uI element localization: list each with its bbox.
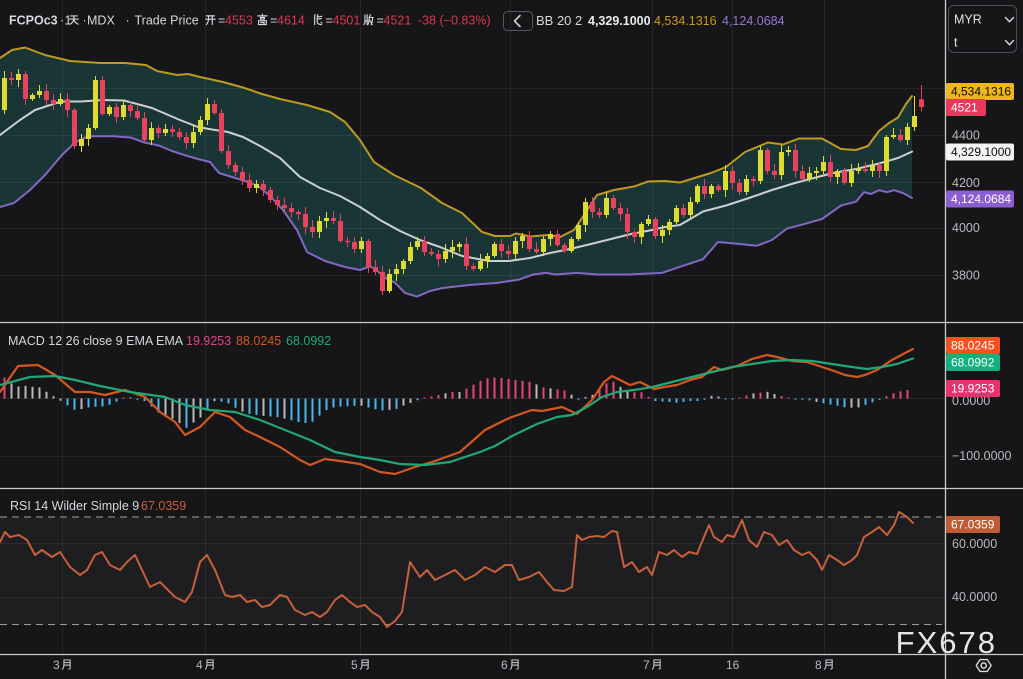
svg-text:4200: 4200 [952,176,980,190]
svg-text:67.0359: 67.0359 [141,499,186,513]
svg-text:·: · [126,14,130,28]
svg-text:FCPOc3: FCPOc3 [9,14,58,28]
svg-text:4,329.1000: 4,329.1000 [951,145,1011,159]
svg-text:4,329.1000: 4,329.1000 [588,14,651,28]
svg-text:3: 3 [53,658,60,672]
svg-text:88.0245: 88.0245 [951,339,995,353]
svg-text:4,124.0684: 4,124.0684 [951,192,1011,206]
svg-text:4,534.1316: 4,534.1316 [654,14,717,28]
svg-text:FX678: FX678 [896,625,997,660]
svg-text:8: 8 [815,658,822,672]
svg-text:4,534.1316: 4,534.1316 [951,85,1011,99]
svg-text:4,124.0684: 4,124.0684 [722,14,785,28]
svg-text:4614: 4614 [277,14,305,28]
svg-text:t: t [954,36,958,50]
svg-text:MYR: MYR [954,13,982,27]
svg-text:67.0359: 67.0359 [951,518,995,532]
svg-text:40.0000: 40.0000 [952,590,997,604]
svg-text:4501: 4501 [333,14,361,28]
svg-text:3800: 3800 [952,268,980,282]
svg-text:4: 4 [196,658,203,672]
svg-text:19.9253: 19.9253 [186,334,231,348]
svg-text:19.9253: 19.9253 [951,382,995,396]
svg-text:4400: 4400 [952,128,980,142]
svg-text:7: 7 [643,658,650,672]
svg-text:16: 16 [726,658,740,672]
svg-text:4553: 4553 [225,14,253,28]
svg-text:88.0245: 88.0245 [236,334,281,348]
svg-text:4521: 4521 [951,101,978,115]
svg-text:Trade Price: Trade Price [135,14,199,28]
svg-text:BB 20 2: BB 20 2 [536,13,582,28]
svg-text:4000: 4000 [952,221,980,235]
svg-text:RSI 14 Wilder Simple 9: RSI 14 Wilder Simple 9 [10,499,139,513]
svg-text:6: 6 [501,658,508,672]
svg-text:MACD 12 26 close 9 EMA EMA: MACD 12 26 close 9 EMA EMA [8,334,184,348]
svg-text:−100.0000: −100.0000 [952,449,1011,463]
svg-text:-38 (−0.83%): -38 (−0.83%) [418,14,491,28]
svg-text:MDX: MDX [87,14,115,28]
svg-text:68.0992: 68.0992 [286,334,331,348]
svg-text:5: 5 [351,658,358,672]
svg-text:60.0000: 60.0000 [952,537,997,551]
svg-text:4521: 4521 [384,14,412,28]
svg-text:68.0992: 68.0992 [951,356,995,370]
